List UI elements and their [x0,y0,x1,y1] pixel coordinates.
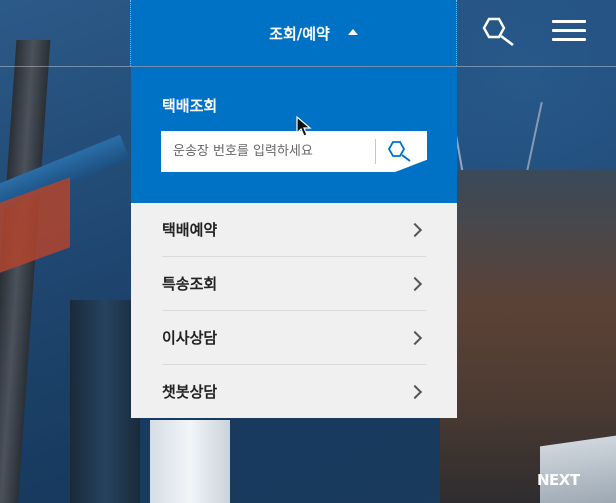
top-navigation-bar: 조회/예약 [0,0,616,67]
menu-item-label: 택배예약 [162,221,218,239]
tracking-title: 택배조회 [162,97,218,115]
menu-item-label: 특송조회 [162,275,218,293]
menu-item-moving-consult[interactable]: 이사상담 [162,311,426,365]
menu-item-parcel-reservation[interactable]: 택배예약 [162,203,426,257]
menu-item-label: 이사상담 [162,329,218,347]
menu-item-express-lookup[interactable]: 특송조회 [162,257,426,311]
chevron-right-icon [407,276,423,291]
chevron-right-icon [407,222,423,237]
tracking-number-input[interactable] [161,131,375,172]
divider [375,139,376,164]
lookup-reservation-tab[interactable]: 조회/예약 [130,0,457,66]
lookup-tab-label: 조회/예약 [269,24,330,43]
tracking-search-box [161,131,427,172]
chevron-right-icon [407,330,423,345]
hamburger-menu-icon[interactable] [552,17,586,47]
chevron-right-icon [407,384,423,399]
next-slide-button[interactable]: NEXT [537,471,580,489]
menu-item-chatbot-consult[interactable]: 챗봇상담 [162,365,426,418]
caret-up-icon [347,29,358,35]
lookup-menu-list: 택배예약 특송조회 이사상담 챗봇상담 [131,203,457,418]
search-icon[interactable] [475,13,519,53]
lookup-dropdown-panel: 택배조회 택배예약 특송조회 이사상담 챗봇상담 [131,67,457,418]
tracking-search-icon[interactable] [385,139,417,165]
menu-item-label: 챗봇상담 [162,383,218,401]
tracking-section: 택배조회 [131,67,457,203]
mouse-cursor-icon [295,115,315,139]
